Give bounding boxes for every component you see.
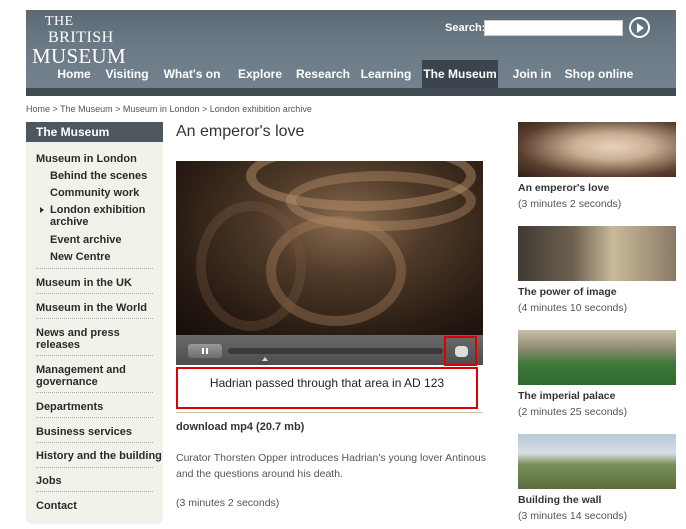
breadcrumb-museum-in-london[interactable]: Museum in London (123, 104, 200, 114)
related-thumbnail-building-the-wall[interactable] (518, 434, 676, 489)
breadcrumb-separator: > (199, 104, 210, 114)
sidebar-item-museum-in-the-uk[interactable]: Museum in the UK (36, 277, 132, 289)
sidebar-item-behind-the-scenes[interactable]: Behind the scenes (50, 170, 147, 182)
sidebar-item-news-and-press-releases[interactable]: News and press releases (36, 327, 146, 351)
download-mp4-link[interactable]: download mp4 (20.7 mb) (176, 421, 304, 433)
captions-toggle-button[interactable] (444, 336, 477, 366)
sidebar-divider (36, 318, 153, 319)
sidebar-item-london-exhibition-archive[interactable]: London exhibition archive (50, 204, 150, 228)
section-sidebar: The Museum Museum in London Behind the s… (26, 122, 163, 524)
header-bottom-strip (26, 88, 676, 96)
caption-text: Hadrian passed through that area in AD 1… (176, 367, 478, 409)
related-title[interactable]: The power of image (518, 286, 617, 298)
search-label: Search: (445, 22, 486, 34)
sidebar-title[interactable]: The Museum (26, 122, 163, 142)
sidebar-item-management-and-governance[interactable]: Management and governance (36, 364, 146, 388)
breadcrumb: Home > The Museum > Museum in London > L… (26, 104, 312, 114)
sidebar-item-museum-in-the-world[interactable]: Museum in the World (36, 302, 147, 314)
related-title[interactable]: An emperor's love (518, 182, 609, 194)
related-title[interactable]: The imperial palace (518, 390, 615, 402)
nav-shop-online[interactable]: Shop online (562, 60, 636, 88)
video-player[interactable] (176, 161, 483, 335)
sidebar-item-jobs[interactable]: Jobs (36, 475, 62, 487)
current-item-arrow-icon (40, 207, 44, 213)
related-duration: (3 minutes 2 seconds) (518, 198, 622, 210)
nav-research[interactable]: Research (292, 60, 354, 88)
nav-home[interactable]: Home (48, 60, 100, 88)
video-controls (176, 335, 483, 365)
related-duration: (4 minutes 10 seconds) (518, 302, 628, 314)
sidebar-divider (36, 355, 153, 356)
site-header: THE BRITISH MUSEUM Search: Home Visiting… (26, 10, 676, 96)
search-input[interactable] (484, 20, 623, 36)
sidebar-divider (36, 417, 153, 418)
sidebar-item-event-archive[interactable]: Event archive (50, 234, 122, 246)
breadcrumb-separator: > (50, 104, 61, 114)
sidebar-item-community-work[interactable]: Community work (50, 187, 139, 199)
sidebar-divider (36, 268, 153, 269)
sidebar-item-business-services[interactable]: Business services (36, 426, 132, 438)
sidebar-divider (36, 293, 153, 294)
video-frame-relief (196, 201, 306, 331)
sidebar-item-museum-in-london[interactable]: Museum in London (36, 153, 137, 165)
sidebar-item-history-and-the-building[interactable]: History and the building (36, 450, 162, 462)
nav-learning[interactable]: Learning (356, 60, 416, 88)
related-duration: (2 minutes 25 seconds) (518, 406, 628, 418)
sidebar-divider (36, 392, 153, 393)
content-divider (176, 412, 483, 413)
breadcrumb-the-museum[interactable]: The Museum (60, 104, 113, 114)
pause-icon (202, 348, 204, 354)
sidebar-divider (36, 442, 153, 443)
page-title: An emperor's love (176, 123, 305, 140)
seek-bar[interactable] (228, 348, 443, 354)
related-thumbnail-power-of-image[interactable] (518, 226, 676, 281)
breadcrumb-current: London exhibition archive (209, 104, 312, 114)
sidebar-item-departments[interactable]: Departments (36, 401, 103, 413)
nav-whats-on[interactable]: What's on (162, 60, 222, 88)
pause-button[interactable] (188, 344, 222, 358)
speech-bubble-icon (455, 346, 468, 357)
related-thumbnail-emperors-love[interactable] (518, 122, 676, 177)
logo-line-1: THE (45, 14, 74, 29)
seek-marker-icon (262, 357, 268, 361)
video-description: Curator Thorsten Opper introduces Hadria… (176, 452, 486, 480)
nav-explore[interactable]: Explore (234, 60, 286, 88)
nav-the-museum[interactable]: The Museum (422, 60, 498, 88)
sidebar-divider (36, 467, 153, 468)
search-go-button[interactable] (629, 17, 650, 38)
nav-join-in[interactable]: Join in (508, 60, 556, 88)
main-nav: Home Visiting What's on Explore Research… (26, 60, 676, 88)
pause-icon (206, 348, 208, 354)
related-thumbnail-imperial-palace[interactable] (518, 330, 676, 385)
breadcrumb-separator: > (112, 104, 123, 114)
sidebar-divider (36, 491, 153, 492)
related-duration: (3 minutes 14 seconds) (518, 510, 628, 522)
breadcrumb-home[interactable]: Home (26, 104, 50, 114)
sidebar-item-contact[interactable]: Contact (36, 500, 77, 512)
play-arrow-icon (637, 22, 644, 33)
nav-visiting[interactable]: Visiting (102, 60, 152, 88)
video-duration: (3 minutes 2 seconds) (176, 497, 280, 509)
sidebar-item-new-centre[interactable]: New Centre (50, 251, 111, 263)
related-title[interactable]: Building the wall (518, 494, 601, 506)
